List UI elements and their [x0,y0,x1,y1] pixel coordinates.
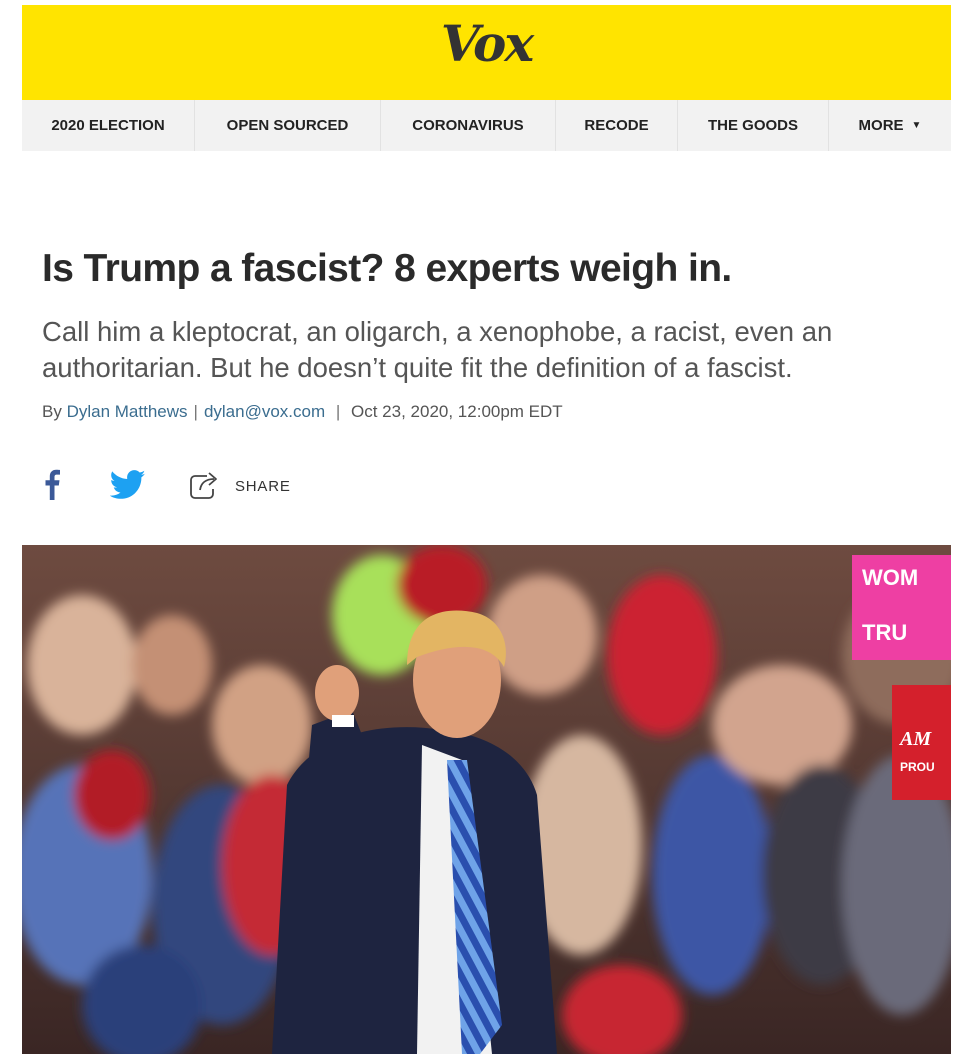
publish-date: Oct 23, 2020, 12:00pm EDT [351,402,563,421]
facebook-icon[interactable] [44,468,60,505]
nav-item-label: RECODE [584,117,649,134]
svg-text:PROU: PROU [900,760,935,774]
twitter-icon[interactable] [109,470,146,505]
nav-item-label: CORONAVIRUS [412,117,524,134]
hero-image: WOM TRU AM PROU [22,545,951,1054]
author-email-link[interactable]: dylan@vox.com [204,402,325,421]
byline-divider: | [331,402,346,421]
nav-item-coronavirus[interactable]: CORONAVIRUS [381,100,556,151]
main-nav: 2020 ELECTION OPEN SOURCED CORONAVIRUS R… [22,100,951,151]
svg-text:TRU: TRU [862,620,907,645]
caret-down-icon: ▼ [911,120,922,131]
byline-divider: | [193,402,198,421]
byline-prefix: By [42,402,62,421]
byline: By Dylan Matthews | dylan@vox.com | Oct 23… [42,402,563,422]
nav-item-the-goods[interactable]: THE GOODS [678,100,829,151]
nav-item-label: THE GOODS [707,117,798,134]
vox-logo[interactable]: Vox [22,19,951,69]
nav-item-open-sourced[interactable]: OPEN SOURCED [195,100,381,151]
nav-item-label: OPEN SOURCED [226,117,349,134]
nav-item-more[interactable]: MORE ▼ [829,100,951,151]
article-dek: Call him a kleptocrat, an oligarch, a xe… [42,316,833,383]
share-button[interactable]: SHARE [187,468,291,504]
svg-text:AM: AM [898,728,932,750]
share-icon [187,468,221,505]
sign-america-proud: AM PROU [892,685,951,800]
nav-item-recode[interactable]: RECODE [556,100,678,151]
author-link[interactable]: Dylan Matthews [67,402,188,421]
nav-item-label: 2020 ELECTION [51,117,165,134]
nav-item-2020-election[interactable]: 2020 ELECTION [22,100,195,151]
article-headline: Is Trump a fascist? 8 experts weigh in. [42,247,732,290]
masthead: Vox [22,5,951,100]
svg-text:WOM: WOM [862,565,918,590]
nav-item-label: MORE [858,117,904,134]
share-label: SHARE [235,477,291,495]
sign-women-for-trump: WOM TRU [852,555,951,660]
